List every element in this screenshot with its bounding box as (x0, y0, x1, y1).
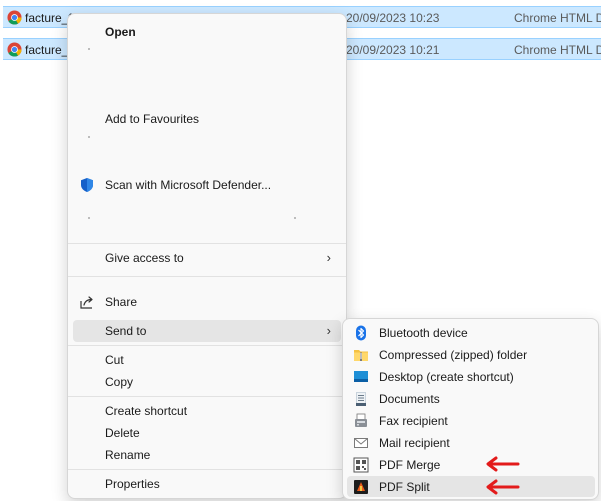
send-to-pdf-merge[interactable]: PDF Merge (347, 454, 595, 475)
menu-item-label: Give access to (105, 251, 184, 265)
submenu-item-label: Desktop (create shortcut) (379, 370, 514, 384)
menu-item-cut[interactable]: Cut (73, 349, 341, 371)
menu-item-label: Properties (105, 477, 160, 491)
file-date: 20/09/2023 10:23 (346, 11, 440, 25)
submenu-item-label: Documents (379, 392, 440, 406)
pdf-split-icon (354, 480, 368, 494)
defender-shield-icon (81, 178, 93, 192)
menu-item-label: Open (105, 25, 136, 39)
submenu-item-label: Compressed (zipped) folder (379, 348, 528, 362)
file-date: 20/09/2023 10:21 (346, 43, 440, 57)
menu-item-label: Scan with Microsoft Defender... (105, 178, 272, 192)
menu-item-give-access[interactable]: Give access to › (73, 247, 341, 269)
menu-item-label: Rename (105, 448, 151, 462)
chrome-icon (7, 42, 22, 57)
annotation-arrow-icon (486, 479, 520, 495)
menu-separator (68, 243, 346, 244)
menu-item-share[interactable]: Share (73, 291, 341, 313)
send-to-compressed-folder[interactable]: Compressed (zipped) folder (347, 344, 595, 365)
menu-item-label: Copy (105, 375, 134, 389)
submenu-item-label: Bluetooth device (379, 326, 468, 340)
submenu-item-label: Mail recipient (379, 436, 450, 450)
chevron-right-icon: › (326, 250, 331, 265)
submenu-item-label: Fax recipient (379, 414, 448, 428)
menu-item-add-to-favourites[interactable]: Add to Favourites (73, 108, 341, 130)
file-type: Chrome HTML D (514, 43, 601, 57)
send-to-pdf-split[interactable]: PDF Split (347, 476, 595, 497)
menu-item-open[interactable]: Open (73, 21, 341, 43)
pdf-merge-icon (353, 457, 369, 473)
menu-item-rename[interactable]: Rename (73, 444, 341, 466)
submenu-item-label: PDF Split (379, 480, 430, 494)
menu-item-delete[interactable]: Delete (73, 422, 341, 444)
placeholder-dot (88, 48, 90, 50)
menu-item-send-to[interactable]: Send to › (73, 320, 341, 342)
send-to-bluetooth[interactable]: Bluetooth device (347, 322, 595, 343)
chrome-icon (7, 10, 22, 25)
context-menu: Open Add to Favourites Scan with Microso… (67, 13, 347, 499)
annotation-arrow-icon (486, 456, 520, 472)
placeholder-dot (294, 217, 296, 219)
placeholder-dot (88, 136, 90, 138)
documents-icon (356, 392, 366, 406)
menu-item-label: Share (105, 295, 138, 309)
bluetooth-icon (356, 325, 366, 341)
menu-separator (68, 345, 346, 346)
submenu-item-label: PDF Merge (379, 458, 441, 472)
send-to-fax[interactable]: Fax recipient (347, 410, 595, 431)
zip-folder-icon (354, 350, 368, 361)
menu-item-label: Delete (105, 426, 140, 440)
menu-item-label: Create shortcut (105, 404, 188, 418)
file-type: Chrome HTML D (514, 11, 601, 25)
desktop-icon (354, 371, 368, 382)
menu-item-label: Send to (105, 324, 147, 338)
menu-item-copy[interactable]: Copy (73, 371, 341, 393)
menu-item-properties[interactable]: Properties (73, 473, 341, 495)
file-name: facture_ (25, 43, 69, 57)
mail-icon (354, 438, 368, 448)
chevron-right-icon: › (326, 323, 331, 338)
menu-item-label: Add to Favourites (105, 112, 200, 126)
menu-item-label: Cut (105, 353, 124, 367)
send-to-desktop[interactable]: Desktop (create shortcut) (347, 366, 595, 387)
send-to-submenu: Bluetooth device Compressed (zipped) fol… (342, 318, 599, 500)
placeholder-dot (88, 217, 90, 219)
share-icon (80, 296, 93, 309)
menu-separator (68, 396, 346, 397)
file-name: facture_f (25, 11, 72, 25)
send-to-documents[interactable]: Documents (347, 388, 595, 409)
menu-separator (68, 469, 346, 470)
send-to-mail[interactable]: Mail recipient (347, 432, 595, 453)
menu-item-scan-defender[interactable]: Scan with Microsoft Defender... (73, 174, 341, 196)
menu-separator (68, 276, 346, 277)
fax-icon (355, 413, 367, 427)
menu-item-create-shortcut[interactable]: Create shortcut (73, 400, 341, 422)
